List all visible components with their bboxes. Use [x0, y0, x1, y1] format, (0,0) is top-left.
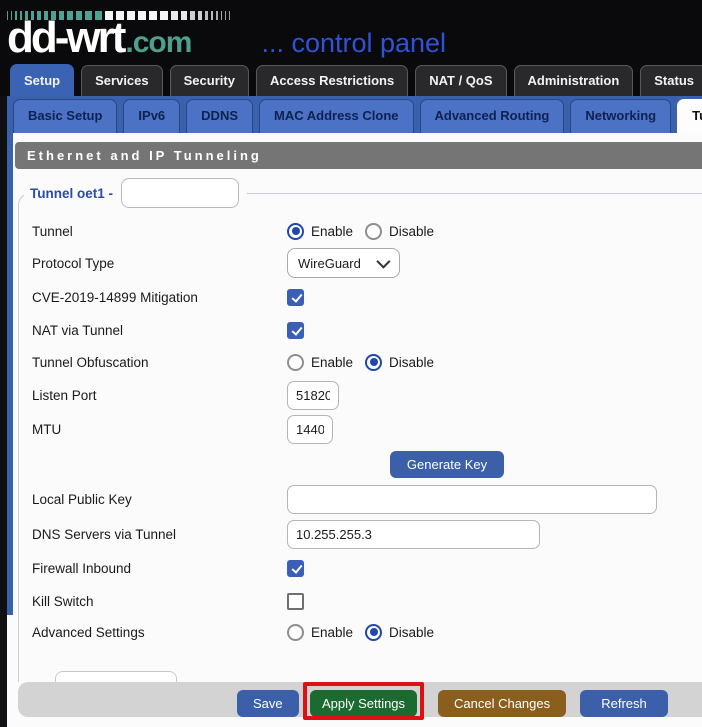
protocol-type-select[interactable]: WireGuard [287, 248, 400, 278]
cancel-changes-button[interactable]: Cancel Changes [438, 690, 566, 717]
kill-switch-label: Kill Switch [32, 594, 287, 609]
advanced-enable-label: Enable [311, 625, 353, 640]
content-left-border [7, 133, 13, 615]
listen-port-input[interactable] [287, 381, 339, 410]
obfuscation-disable-label: Disable [389, 355, 434, 370]
row-dns-servers: DNS Servers via Tunnel [32, 519, 692, 549]
subtab-mac-address-clone[interactable]: MAC Address Clone [259, 99, 413, 133]
row-protocol-type: Protocol Type WireGuard [32, 248, 692, 278]
kill-switch-checkbox[interactable] [287, 593, 304, 610]
main-tab-bar: Setup Services Security Access Restricti… [0, 62, 702, 96]
listen-port-label: Listen Port [32, 388, 287, 403]
tunnel-name-input[interactable] [121, 178, 239, 208]
tab-security[interactable]: Security [170, 65, 249, 96]
row-tunnel-obfuscation: Tunnel Obfuscation Enable Disable [32, 347, 692, 377]
tab-status[interactable]: Status [640, 65, 702, 96]
tab-administration[interactable]: Administration [514, 65, 634, 96]
firewall-inbound-label: Firewall Inbound [32, 561, 287, 576]
advanced-disable-label: Disable [389, 625, 434, 640]
tunnel-disable-label: Disable [389, 224, 434, 239]
local-public-key-input[interactable] [287, 485, 657, 514]
local-public-key-label: Local Public Key [32, 492, 287, 507]
advanced-enable-radio[interactable] [287, 624, 304, 641]
refresh-button[interactable]: Refresh [580, 690, 668, 717]
tab-nat-qos[interactable]: NAT / QoS [415, 65, 506, 96]
cve-mitigation-label: CVE-2019-14899 Mitigation [32, 290, 287, 305]
tab-access-restrictions[interactable]: Access Restrictions [256, 65, 408, 96]
mtu-label: MTU [32, 422, 287, 437]
tunnel-obfuscation-label: Tunnel Obfuscation [32, 355, 287, 370]
tunnel-label: Tunnel [32, 224, 287, 239]
app-header: dd-wrt.com ... control panel [0, 0, 702, 62]
tunnel-legend: Tunnel oet1 - [24, 177, 247, 209]
section-header: Ethernet and IP Tunneling [15, 142, 702, 169]
subtab-basic-setup[interactable]: Basic Setup [13, 99, 117, 133]
tab-services[interactable]: Services [81, 65, 163, 96]
action-bar: Save Apply Settings Cancel Changes Refre… [18, 682, 702, 717]
sub-tab-bar: Basic Setup IPv6 DDNS MAC Address Clone … [0, 96, 702, 133]
dns-servers-input[interactable] [287, 520, 540, 549]
subtab-advanced-routing[interactable]: Advanced Routing [420, 99, 565, 133]
row-nat-via-tunnel: NAT via Tunnel [32, 315, 692, 345]
dns-servers-label: DNS Servers via Tunnel [32, 527, 287, 542]
subtab-networking[interactable]: Networking [570, 99, 671, 133]
advanced-disable-radio[interactable] [365, 624, 382, 641]
generate-key-button[interactable]: Generate Key [390, 451, 504, 478]
row-kill-switch: Kill Switch [32, 586, 692, 616]
protocol-type-value: WireGuard [298, 256, 361, 271]
nat-via-tunnel-checkbox[interactable] [287, 322, 304, 339]
save-button[interactable]: Save [237, 690, 299, 717]
row-tunnel: Tunnel Enable Disable [32, 216, 692, 246]
subtab-ipv6[interactable]: IPv6 [123, 99, 180, 133]
chevron-down-icon [376, 255, 390, 269]
protocol-type-label: Protocol Type [32, 256, 287, 271]
tab-setup[interactable]: Setup [10, 64, 74, 96]
row-firewall-inbound: Firewall Inbound [32, 553, 692, 583]
row-mtu: MTU [32, 414, 692, 444]
firewall-inbound-checkbox[interactable] [287, 560, 304, 577]
apply-settings-button[interactable]: Apply Settings [310, 690, 417, 717]
tunnel-disable-radio[interactable] [365, 223, 382, 240]
tunnel-enable-radio[interactable] [287, 223, 304, 240]
obfuscation-disable-radio[interactable] [365, 354, 382, 371]
row-listen-port: Listen Port [32, 380, 692, 410]
obfuscation-enable-label: Enable [311, 355, 353, 370]
row-advanced-settings: Advanced Settings Enable Disable [32, 617, 692, 647]
row-local-public-key: Local Public Key [32, 484, 692, 514]
cve-mitigation-checkbox[interactable] [287, 289, 304, 306]
tunnel-legend-label: Tunnel oet1 - [30, 186, 113, 201]
tunnel-enable-label: Enable [311, 224, 353, 239]
advanced-settings-label: Advanced Settings [32, 625, 287, 640]
subtab-ddns[interactable]: DDNS [186, 99, 253, 133]
nat-via-tunnel-label: NAT via Tunnel [32, 323, 287, 338]
logo-dotcom: .com [125, 26, 191, 60]
page-left-margin [0, 96, 7, 727]
obfuscation-enable-radio[interactable] [287, 354, 304, 371]
control-panel-tagline: ... control panel [261, 28, 446, 59]
row-cve-mitigation: CVE-2019-14899 Mitigation [32, 282, 692, 312]
subtab-tunnels[interactable]: Tunnels [677, 99, 702, 133]
mtu-input[interactable] [287, 415, 333, 444]
logo-ddwrt: dd-wrt [7, 18, 123, 58]
